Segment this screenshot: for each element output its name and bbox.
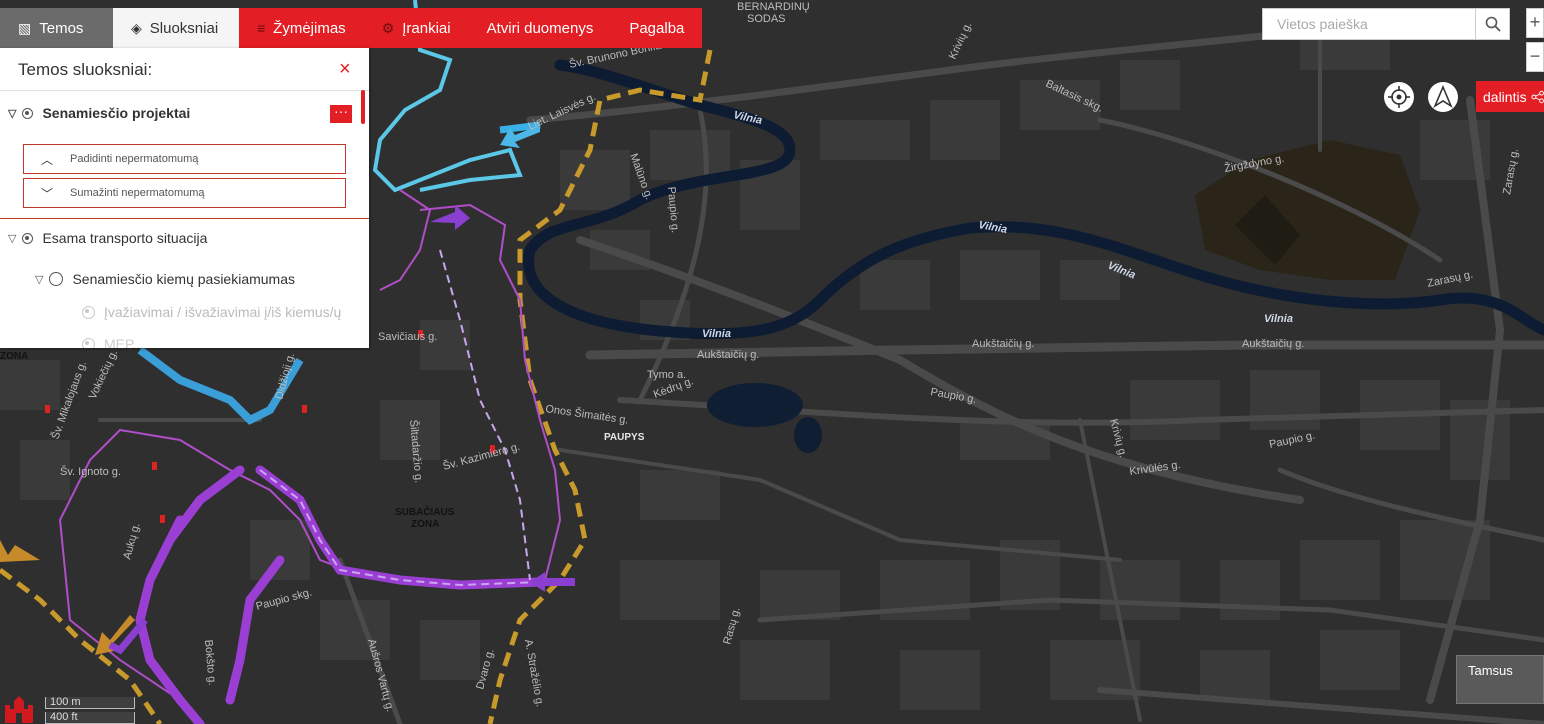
tab-marking[interactable]: ≡ Žymėjimas [239,8,364,48]
share-label: dalintis [1483,88,1527,105]
top-navigation: ▧ Temos ◈ Sluoksniai ≡ Žymėjimas ⚙ Įrank… [0,8,703,48]
panel-title: Temos sluoksniai: [18,60,153,79]
layer-radio[interactable] [82,337,95,348]
layer-row-old-town-projects: ▽ Senamiesčio projektai [8,105,190,121]
layer-label: Senamiesčio kiemų pasiekiamumas [72,271,296,287]
tab-label: Žymėjimas [273,19,346,37]
map-label: SODAS [747,13,786,25]
decrease-opacity-button[interactable]: ﹀ Sumažinti nepermatomumą [23,178,346,208]
map-label: BERNARDINŲ [737,1,810,13]
gear-icon: ⚙ [381,19,395,36]
map-label: Aukštaičių g. [1242,338,1304,350]
close-icon[interactable]: × [339,58,351,81]
share-button[interactable]: dalintis [1476,81,1544,112]
layer-radio[interactable] [49,272,64,286]
tab-label: Atviri duomenys [486,19,594,37]
layer-label: Senamiesčio projektai [42,105,191,121]
search-button[interactable] [1475,9,1509,39]
basemap-toggle[interactable]: Tamsus [1456,655,1544,704]
divider [0,218,369,219]
collapse-triangle-icon[interactable]: ▽ [8,232,16,245]
layer-radio[interactable] [22,107,34,119]
increase-opacity-button[interactable]: ︿ Padidinti nepermatomumą [23,144,346,174]
zoom-in-button[interactable]: + [1526,8,1544,38]
scrollbar[interactable] [361,90,365,124]
scale-imperial: 400 ft [45,712,135,724]
chevron-down-icon: ﹀ [40,186,53,201]
tab-label: Pagalba [629,19,685,37]
map-label: Aukštaičių g. [697,349,759,361]
layer-row-partial: MEP... [82,336,144,348]
layers-panel: Temos sluoksniai: × ▽ Senamiesčio projek… [0,48,369,348]
layer-row-transport: ▽ Esama transporto situacija [8,230,207,246]
tab-tools[interactable]: ⚙ Įrankiai [363,8,469,48]
button-label: Padidinti nepermatomumą [70,153,199,165]
tab-layers[interactable]: ◈ Sluoksniai [113,8,239,48]
divider [0,90,369,91]
scale-metric: 100 m [45,697,135,709]
map-icon: ▧ [18,19,32,36]
map-label: Vilnia [1264,313,1293,325]
layer-radio[interactable] [82,305,95,319]
share-icon [1531,90,1544,103]
layer-row-entries: Įvažiavimai / išvažiavimai į/iš kiemus/ų [82,304,341,320]
layer-radio[interactable] [22,232,34,244]
collapse-triangle-icon[interactable]: ▽ [8,107,16,120]
compass-button[interactable] [1428,82,1458,112]
tab-themes[interactable]: ▧ Temos [0,8,113,48]
tab-open-data[interactable]: Atviri duomenys [468,8,612,48]
layer-label: Įvažiavimai / išvažiavimai į/iš kiemus/ų [104,304,342,320]
map-label: PAUPYS [604,432,645,443]
search-icon [1485,16,1501,32]
map-label: ZONA [0,351,28,362]
map-label: Šv. Ignoto g. [60,465,121,478]
chevron-up-icon: ︿ [40,152,53,167]
tab-help[interactable]: Pagalba [611,8,703,48]
layers-icon: ◈ [131,19,142,36]
north-arrow-icon [1433,85,1453,109]
search-box [1262,8,1510,40]
map-label: Savičiaus g. [378,331,437,343]
layer-row-yards: ▽ Senamiesčio kiemų pasiekiamumas [35,271,295,287]
layer-label: MEP... [104,336,145,348]
more-options-button[interactable]: ··· [330,104,352,123]
layer-label: Esama transporto situacija [42,230,208,246]
map-label: ZONA [411,519,439,530]
castle-icon[interactable] [2,691,36,724]
tab-label: Įrankiai [402,19,451,37]
map-label: SUBAČIAUS [395,505,455,518]
locate-button[interactable] [1384,82,1414,112]
collapse-triangle-icon[interactable]: ▽ [35,273,43,286]
button-label: Sumažinti nepermatomumą [70,187,205,199]
crosshair-icon [1388,86,1410,108]
basemap-label: Tamsus [1468,663,1513,678]
menu-lines-icon: ≡ [257,20,266,36]
tab-label: Temos [39,19,84,37]
search-input[interactable] [1263,9,1476,39]
zoom-out-button[interactable]: − [1526,42,1544,72]
map-label: Aukštaičių g. [972,338,1034,350]
map-label: Vilnia [702,328,731,340]
tab-label: Sluoksniai [149,19,219,37]
